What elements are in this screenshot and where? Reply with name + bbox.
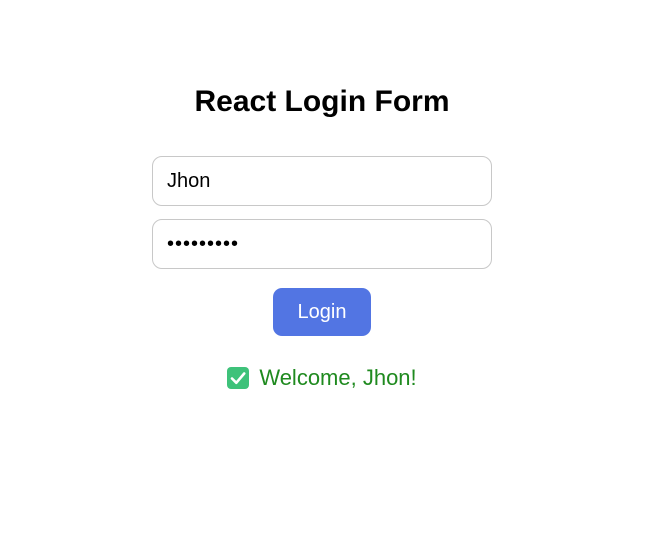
page-title: React Login Form	[194, 85, 450, 118]
password-input[interactable]	[152, 219, 492, 269]
login-button[interactable]: Login	[273, 288, 371, 336]
login-page: React Login Form Login Welcome, Jhon!	[0, 0, 650, 540]
username-input[interactable]	[152, 156, 492, 206]
status-message: Welcome, Jhon!	[0, 363, 644, 393]
check-mark-icon	[227, 367, 250, 389]
welcome-text: Welcome, Jhon!	[259, 365, 417, 390]
